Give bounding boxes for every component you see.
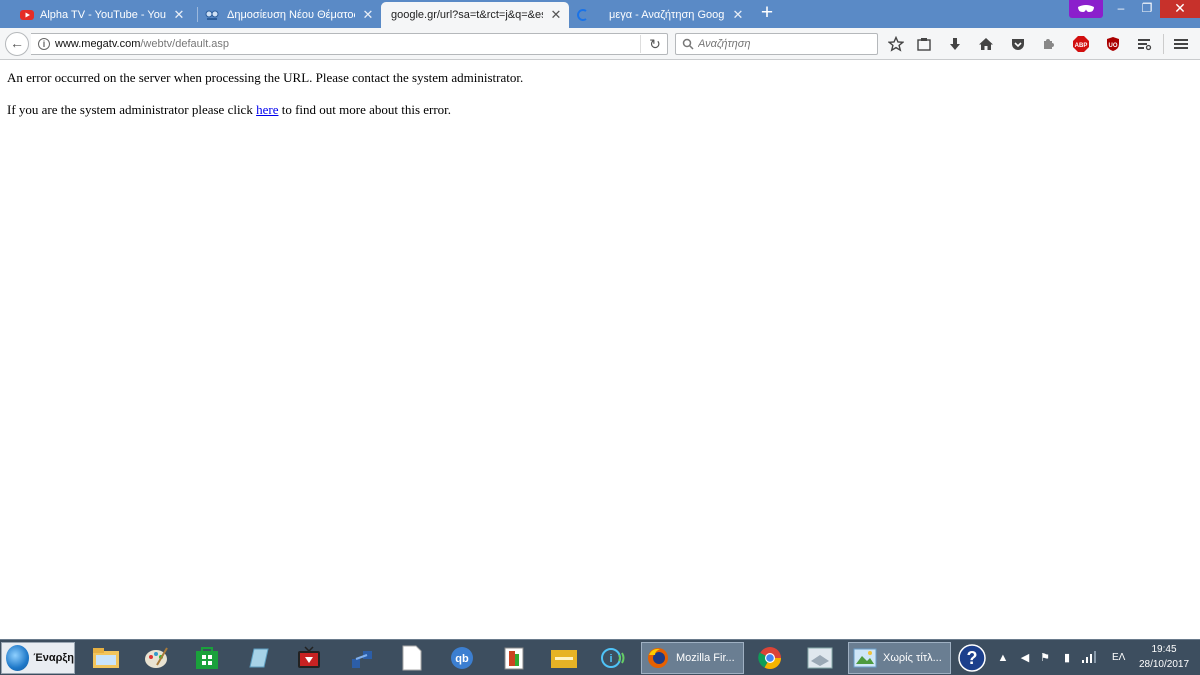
windows-taskbar: Έναρξη qb i Mozilla Fir... Χωρίς τίτλ...… [0,639,1200,675]
forum-icon [205,10,219,20]
task-label: Mozilla Fir... [676,652,735,664]
adblock-plus-icon[interactable]: ABP [1071,34,1091,54]
file-explorer-icon[interactable] [91,643,121,673]
tab-title: Δημοσίευση Νέου Θέματος [227,9,355,21]
paint-palette-icon[interactable] [141,643,171,673]
network-tool-icon[interactable] [347,643,377,673]
folder-app-icon[interactable] [549,643,579,673]
tab-close-icon[interactable]: ✕ [172,8,186,22]
error-message: An error occurred on the server when pro… [7,70,524,85]
action-center-flag-icon[interactable]: ⚑ [1038,651,1052,665]
extension-puzzle-icon[interactable] [1039,34,1059,54]
bookmarks-menu-icon[interactable] [914,34,934,54]
paint-icon [853,648,877,668]
tab-new-topic[interactable]: Δημοσίευση Νέου Θέματος ✕ [199,2,381,28]
wifi-info-icon[interactable]: i [599,643,629,673]
search-icon [682,38,694,50]
svg-text:i: i [609,653,612,665]
svg-text:qb: qb [455,653,469,665]
tab-separator [197,7,198,22]
hamburger-menu-icon[interactable] [1171,34,1191,54]
divider [1163,34,1164,54]
tab-title: google.gr/url?sa=t&rct=j&q=&esrc=s [391,9,543,21]
tab-google-redirect[interactable]: google.gr/url?sa=t&rct=j&q=&esrc=s ✕ [381,2,569,28]
search-bar[interactable] [675,33,878,55]
admin-message-suffix: to find out more about this error. [278,102,452,117]
notes-app-icon[interactable] [243,643,273,673]
error-details-link[interactable]: here [256,102,278,117]
windows-store-icon[interactable] [192,643,222,673]
tab-strip: Alpha TV - YouTube - YouTube ✕ Δημοσίευσ… [0,0,1200,28]
disk-drive-icon[interactable] [805,643,835,673]
tab-alpha-tv[interactable]: Alpha TV - YouTube - YouTube ✕ [0,2,192,28]
tab-google-search[interactable]: μεγα - Αναζήτηση Google ✕ [569,2,751,28]
blank-document-icon[interactable] [397,643,427,673]
tray-expand-icon[interactable]: ▲ [996,651,1010,665]
chrome-icon[interactable] [755,643,785,673]
tab-close-icon[interactable]: ✕ [361,8,375,22]
tv-downloader-icon[interactable] [294,643,324,673]
help-icon[interactable]: ? [957,643,987,673]
downloads-icon[interactable] [945,34,965,54]
navigation-toolbar: ← i www.megatv.com/webtv/default.asp ↻ A… [0,28,1200,60]
start-label: Έναρξη [33,652,74,664]
new-tab-button[interactable]: + [756,2,778,25]
svg-text:?: ? [967,648,978,668]
start-button[interactable]: Έναρξη [1,642,75,674]
pocket-icon[interactable] [1008,34,1028,54]
windows-logo-icon [6,645,30,671]
firefox-icon [648,648,668,668]
network-signal-icon[interactable] [1082,651,1096,665]
close-window-button[interactable]: ✕ [1160,0,1200,18]
admin-message-prefix: If you are the system administrator plea… [7,102,257,117]
battery-icon[interactable]: ▮ [1060,651,1074,665]
url-text[interactable]: www.megatv.com/webtv/default.asp [55,38,229,50]
customize-tools-icon[interactable] [1134,34,1154,54]
taskbar-firefox-window[interactable]: Mozilla Fir... [641,642,744,674]
admin-message: If you are the system administrator plea… [7,102,451,118]
private-browsing-icon [1069,0,1103,18]
site-info-icon[interactable]: i [38,38,50,50]
reload-icon[interactable]: ↻ [646,35,664,53]
tab-close-icon[interactable]: ✕ [731,8,745,22]
ublock-icon[interactable]: UO [1103,34,1123,54]
task-label: Χωρίς τίτλ... [883,652,942,664]
loading-icon [577,9,587,21]
tab-title: Alpha TV - YouTube - YouTube [40,9,166,21]
home-icon[interactable] [976,34,996,54]
bookmark-star-icon[interactable] [886,34,906,54]
url-host: www.megatv.com [55,38,141,50]
back-button[interactable]: ← [5,32,29,56]
tab-title: μεγα - Αναζήτηση Google [609,9,725,21]
youtube-icon [20,10,34,20]
url-path: /webtv/default.asp [140,38,230,50]
url-bar[interactable]: i www.megatv.com/webtv/default.asp ↻ [31,33,668,55]
volume-icon[interactable]: ◀ [1018,651,1032,665]
archive-app-icon[interactable] [499,643,529,673]
restore-button[interactable]: ❐ [1134,0,1160,18]
taskbar-paint-window[interactable]: Χωρίς τίτλ... [848,642,951,674]
divider [640,35,641,53]
page-content: An error occurred on the server when pro… [0,61,1200,639]
clock-date[interactable]: 28/10/2017 [1135,659,1193,670]
svg-text:ABP: ABP [1075,43,1088,49]
clock-time[interactable]: 19:45 [1135,644,1193,655]
input-language-indicator[interactable]: ΕΛ [1112,652,1125,663]
svg-text:UO: UO [1109,43,1118,49]
tab-close-icon[interactable]: ✕ [549,8,563,22]
qbittorrent-icon[interactable]: qb [447,643,477,673]
search-input[interactable] [698,36,868,52]
minimize-button[interactable]: – [1108,0,1134,18]
